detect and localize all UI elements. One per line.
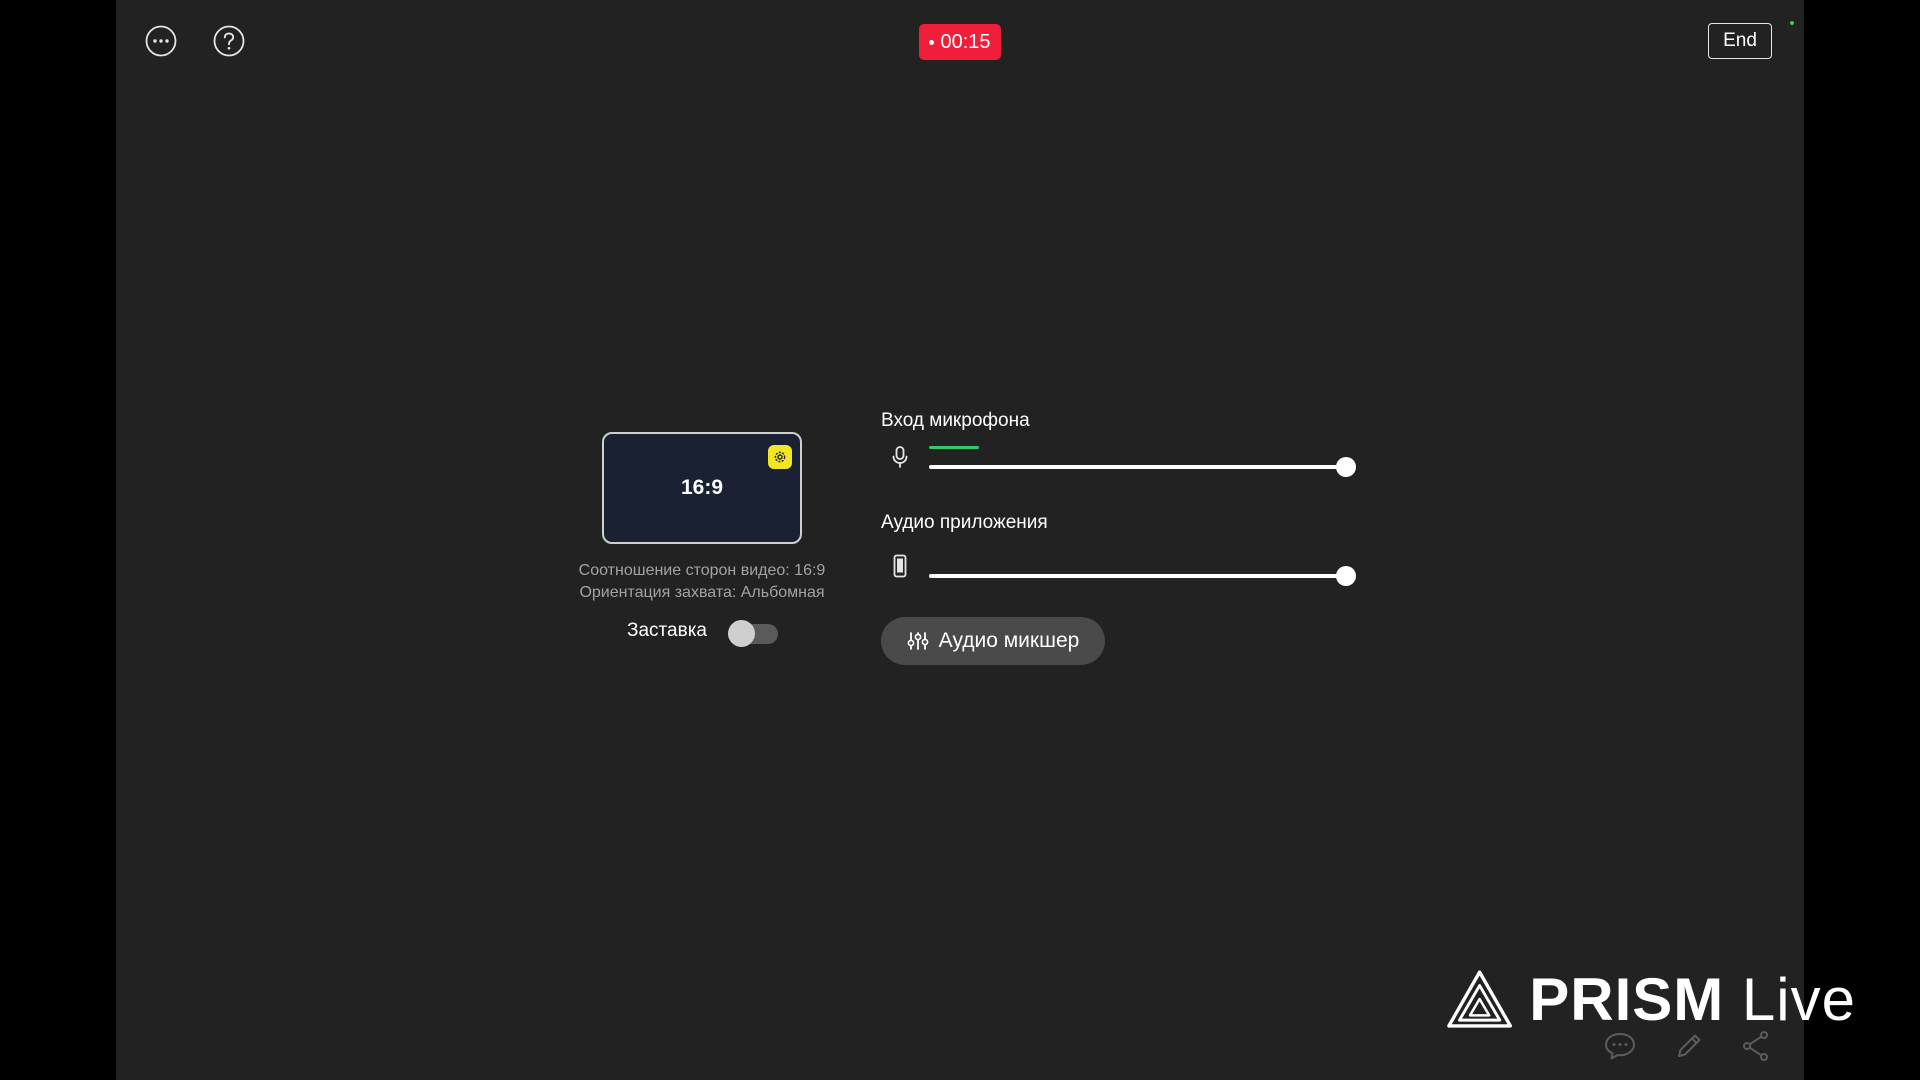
microphone-icon — [892, 446, 908, 468]
chat-bubble-icon — [1605, 1033, 1635, 1060]
recording-dot-icon — [929, 39, 935, 45]
gear-icon — [774, 451, 786, 463]
mic-volume-slider[interactable] — [929, 455, 1356, 479]
capture-orientation-info: Ориентация захвата: Альбомная — [579, 584, 825, 601]
app-audio-slider-fill — [929, 574, 1346, 578]
app-audio-label: Аудио приложения — [881, 512, 1048, 533]
recording-timer-badge: 00:15 — [919, 24, 1001, 60]
mic-level-meter — [929, 446, 979, 449]
mic-input-label: Вход микрофона — [881, 410, 1030, 431]
watermark-brand: PRISM — [1529, 965, 1725, 1033]
stream-control-panel: 00:15 End 16:9 Соотношение сторон видео:… — [116, 0, 1855, 1080]
preview-settings-button[interactable] — [768, 445, 792, 469]
screensaver-toggle[interactable] — [728, 620, 778, 647]
help-circle-icon — [213, 25, 245, 57]
share-icon — [1743, 1031, 1768, 1061]
watermark-product: Live — [1741, 965, 1856, 1033]
share-button[interactable] — [1738, 1029, 1774, 1063]
prism-live-watermark: PRISM Live — [1446, 964, 1856, 1034]
audio-mixer-button[interactable]: Аудио микшер — [881, 617, 1105, 665]
edit-button[interactable] — [1671, 1029, 1707, 1063]
sliders-icon — [907, 632, 929, 650]
more-horizontal-icon — [145, 25, 177, 57]
mic-slider-fill — [929, 465, 1346, 469]
mic-mute-button[interactable] — [887, 444, 913, 470]
pencil-icon — [1678, 1034, 1701, 1057]
screensaver-label: Заставка — [627, 620, 707, 641]
aspect-ratio-label: 16:9 — [680, 476, 724, 499]
prism-logo-icon — [1447, 970, 1513, 1028]
watermark-text: PRISM Live — [1529, 965, 1856, 1034]
aspect-ratio-info: Соотношение сторон видео: 16:9 — [578, 562, 826, 579]
app-audio-mute-button[interactable] — [887, 553, 913, 579]
recording-timer: 00:15 — [940, 30, 991, 53]
chat-button[interactable] — [1602, 1029, 1638, 1063]
audio-mixer-label: Аудио микшер — [938, 629, 1080, 652]
phone-icon — [893, 554, 907, 578]
screensaver-toggle-knob — [728, 620, 755, 647]
help-button[interactable] — [212, 24, 246, 58]
app-audio-volume-slider[interactable] — [929, 564, 1356, 588]
more-options-button[interactable] — [144, 24, 178, 58]
app-audio-slider-thumb[interactable] — [1336, 566, 1356, 586]
end-stream-button[interactable]: End — [1708, 23, 1772, 59]
mic-slider-thumb[interactable] — [1336, 457, 1356, 477]
video-preview-card[interactable]: 16:9 — [602, 432, 802, 544]
connection-status-dot — [1790, 21, 1794, 25]
